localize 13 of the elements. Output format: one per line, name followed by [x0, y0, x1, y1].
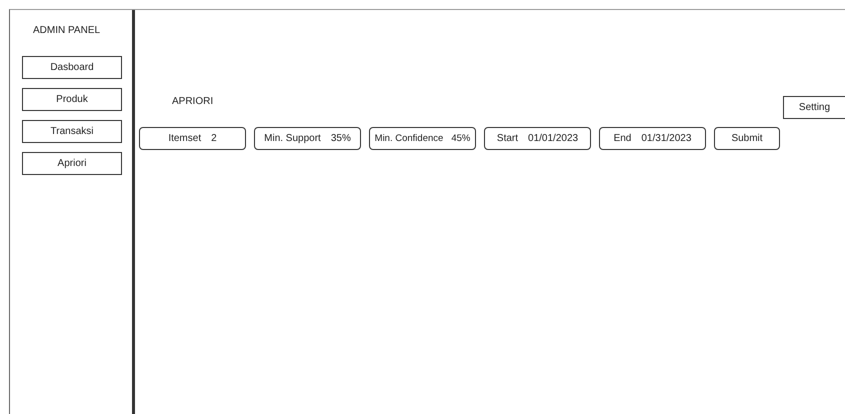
filter-field[interactable]: Min. Confidence 45% — [369, 127, 476, 150]
filter-field[interactable]: Start 01/01/2023 — [484, 127, 591, 150]
sidebar-item[interactable]: Produk — [22, 88, 122, 111]
setting-button[interactable]: Setting — [783, 96, 845, 119]
sidebar-title: ADMIN PANEL — [33, 24, 100, 38]
sidebar-item[interactable]: Apriori — [22, 152, 122, 175]
sidebar-item[interactable]: Dasboard — [22, 56, 122, 79]
filter-field[interactable]: End 01/31/2023 — [599, 127, 706, 150]
filter-field[interactable]: Min. Support 35% — [254, 127, 361, 150]
submit-button[interactable]: Submit — [714, 127, 780, 150]
filter-field[interactable]: Itemset 2 — [139, 127, 246, 150]
sidebar-item[interactable]: Transaksi — [22, 120, 122, 143]
page-title: APRIORI — [172, 95, 214, 109]
